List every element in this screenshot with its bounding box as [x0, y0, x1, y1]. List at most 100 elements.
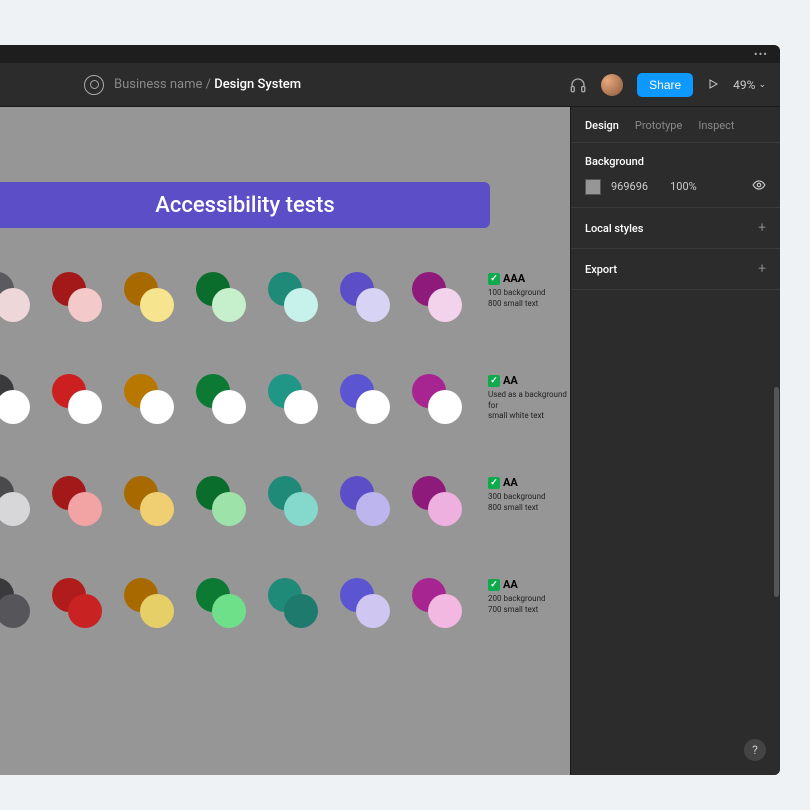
share-button[interactable]: Share [637, 73, 693, 97]
background-title: Background [585, 155, 766, 168]
color-pair[interactable] [196, 578, 244, 626]
swatch-front [0, 492, 30, 526]
headphones-icon[interactable] [569, 76, 587, 94]
swatch-front [284, 288, 318, 322]
swatch-front [140, 288, 174, 322]
titlebar: ••• [0, 45, 780, 63]
scrollbar-thumb[interactable] [774, 387, 779, 597]
color-pair[interactable] [268, 578, 316, 626]
scrollbar[interactable] [774, 107, 780, 627]
background-hex[interactable]: 969696 [611, 180, 648, 193]
color-pair[interactable] [0, 374, 28, 422]
banner-title: Accessibility tests [0, 182, 490, 228]
color-pair[interactable] [340, 578, 388, 626]
color-row: ✓AA200 background700 small text [0, 578, 570, 632]
play-icon[interactable] [707, 75, 719, 94]
swatch-front [356, 390, 390, 424]
panel-tabs: Design Prototype Inspect [571, 107, 780, 143]
breadcrumb-prefix: Business name / [114, 77, 214, 92]
color-pair[interactable] [412, 578, 460, 626]
tab-inspect[interactable]: Inspect [698, 119, 734, 132]
body: Accessibility tests ✓AAA100 background80… [0, 107, 780, 775]
row-sub2: 700 small text [488, 605, 570, 615]
swatch-front [356, 492, 390, 526]
background-opacity[interactable]: 100% [670, 180, 697, 193]
user-icon[interactable] [84, 75, 104, 95]
zoom-control[interactable]: 49% ⌄ [733, 78, 766, 92]
check-icon: ✓ [488, 273, 500, 285]
color-pair[interactable] [52, 476, 100, 524]
section-background: Background 969696 100% [571, 143, 780, 208]
help-button[interactable]: ? [744, 739, 766, 761]
color-pair[interactable] [124, 374, 172, 422]
add-export-icon[interactable]: + [758, 261, 766, 277]
color-pairs [0, 476, 460, 524]
color-pair[interactable] [340, 272, 388, 320]
eye-icon[interactable] [752, 178, 766, 195]
color-pairs [0, 578, 460, 626]
color-pair[interactable] [340, 476, 388, 524]
canvas[interactable]: Accessibility tests ✓AAA100 background80… [0, 107, 570, 775]
swatch-front [356, 288, 390, 322]
properties-panel: Design Prototype Inspect Background 9696… [570, 107, 780, 775]
color-pair[interactable] [52, 578, 100, 626]
swatch-front [140, 390, 174, 424]
color-pair[interactable] [268, 476, 316, 524]
color-pair[interactable] [52, 374, 100, 422]
swatch-front [68, 594, 102, 628]
swatch-front [140, 492, 174, 526]
row-sub2: 800 small text [488, 503, 570, 513]
tab-design[interactable]: Design [585, 119, 619, 132]
color-pair[interactable] [124, 476, 172, 524]
color-pair[interactable] [412, 272, 460, 320]
color-pair[interactable] [196, 476, 244, 524]
row-sub2: small white text [488, 411, 570, 421]
color-row: ✓AA 300 background800 small text [0, 476, 570, 530]
badge-text: AA [503, 476, 518, 490]
breadcrumb[interactable]: Business name / Design System [114, 77, 301, 92]
window-menu-icon[interactable]: ••• [754, 48, 768, 61]
swatch-front [0, 390, 30, 424]
color-pair[interactable] [196, 272, 244, 320]
color-pair[interactable] [0, 578, 28, 626]
badge-text: AA [503, 374, 518, 388]
breadcrumb-current: Design System [214, 77, 301, 92]
swatch-front [68, 390, 102, 424]
add-style-icon[interactable]: + [758, 220, 766, 236]
color-pair[interactable] [0, 476, 28, 524]
color-pairs [0, 272, 460, 320]
color-pair[interactable] [268, 374, 316, 422]
row-label: ✓AA 300 background800 small text [488, 476, 570, 513]
color-pair[interactable] [268, 272, 316, 320]
swatch-front [212, 594, 246, 628]
check-icon: ✓ [488, 477, 500, 489]
color-pair[interactable] [124, 578, 172, 626]
color-pair[interactable] [0, 272, 28, 320]
color-pair[interactable] [124, 272, 172, 320]
background-swatch[interactable] [585, 179, 601, 195]
badge-text: AAA [503, 272, 525, 286]
zoom-value: 49% [733, 78, 755, 92]
color-pair[interactable] [412, 476, 460, 524]
tab-prototype[interactable]: Prototype [635, 119, 682, 132]
section-local-styles: Local styles + [571, 208, 780, 249]
color-rows: ✓AAA100 background800 small text✓AAUsed … [0, 272, 570, 680]
chevron-down-icon: ⌄ [758, 80, 766, 90]
color-pair[interactable] [196, 374, 244, 422]
export-title: Export [585, 263, 617, 276]
swatch-front [284, 594, 318, 628]
color-pair[interactable] [340, 374, 388, 422]
local-styles-title: Local styles [585, 222, 643, 235]
color-pair[interactable] [412, 374, 460, 422]
row-sub1: 300 background [488, 492, 570, 502]
swatch-front [284, 492, 318, 526]
row-label: ✓AA200 background700 small text [488, 578, 570, 615]
swatch-front [212, 492, 246, 526]
color-pair[interactable] [52, 272, 100, 320]
swatch-front [428, 390, 462, 424]
swatch-front [212, 390, 246, 424]
swatch-front [68, 492, 102, 526]
row-label: ✓AAA100 background800 small text [488, 272, 570, 309]
color-pairs [0, 374, 460, 422]
avatar[interactable] [601, 74, 623, 96]
